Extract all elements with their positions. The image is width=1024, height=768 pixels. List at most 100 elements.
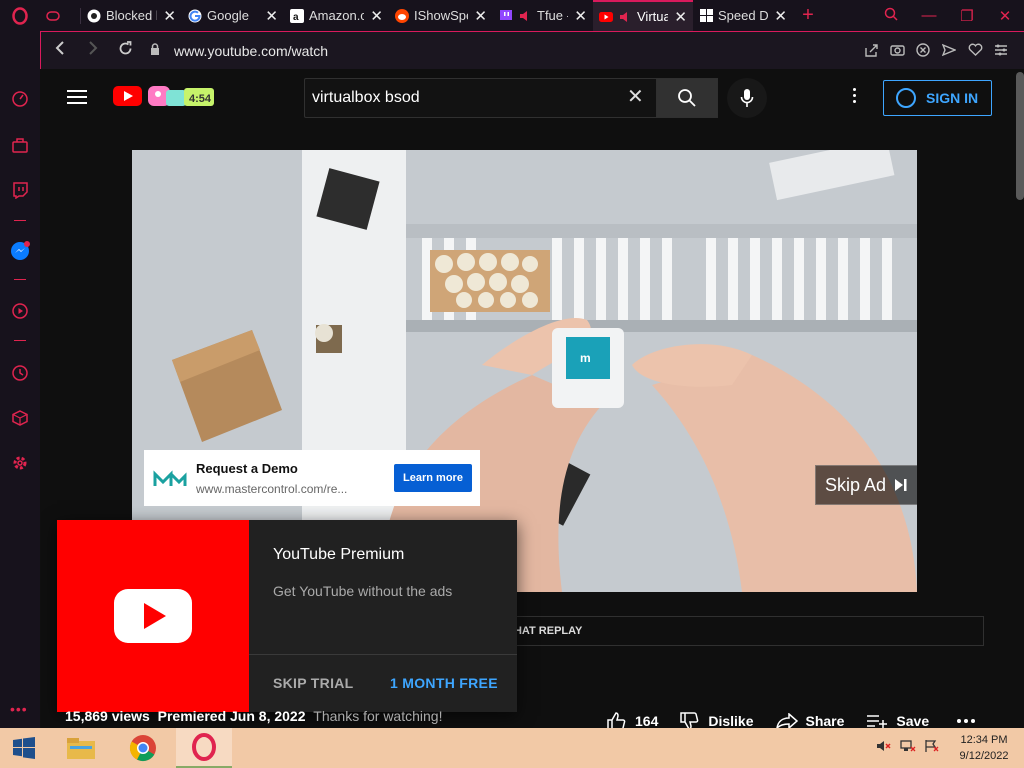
opera-menu-icon[interactable] — [0, 0, 40, 31]
extensions-icon[interactable] — [10, 408, 30, 428]
share-button[interactable]: Share — [775, 713, 844, 728]
youtube-logo[interactable] — [113, 86, 142, 106]
tab-label: Tfue - — [537, 8, 569, 23]
ad-overlay-card[interactable]: Request a Demo www.mastercontrol.com/re.… — [144, 450, 480, 506]
history-icon[interactable] — [10, 363, 30, 383]
skip-ad-button[interactable]: Skip Ad — [815, 465, 917, 505]
search-button[interactable] — [656, 78, 718, 118]
more-actions-icon[interactable] — [957, 719, 983, 723]
tab-speed-dial[interactable]: Speed Di ✕ — [693, 0, 793, 31]
close-icon[interactable]: ✕ — [370, 7, 383, 25]
chrome-icon[interactable] — [122, 728, 164, 768]
tab-strip: Blocked l ✕ Google ✕ a Amazon.c ✕ IShowS… — [0, 0, 1024, 31]
share-icon — [775, 713, 798, 728]
file-explorer-icon[interactable] — [60, 728, 102, 768]
gamepad-icon — [46, 9, 60, 23]
minimize-icon[interactable]: — — [910, 7, 948, 24]
settings-icon[interactable] — [10, 453, 30, 473]
video-meta: 15,869 views Premiered Jun 8, 2022 Thank… — [65, 708, 442, 724]
like-count: 164 — [635, 713, 659, 728]
camera-icon[interactable] — [884, 43, 910, 59]
restore-icon[interactable]: ❐ — [948, 7, 986, 25]
action-center-flag-icon[interactable] — [920, 739, 944, 758]
close-icon[interactable]: ✕ — [774, 7, 787, 25]
workspace-icon[interactable] — [10, 135, 30, 155]
heart-icon[interactable] — [962, 43, 988, 59]
volume-muted-icon[interactable] — [872, 739, 896, 758]
close-icon[interactable]: ✕ — [163, 7, 176, 25]
more-options-icon[interactable] — [851, 88, 857, 106]
doodle-icon[interactable]: 4:54 — [146, 82, 216, 110]
tab-twitch[interactable]: Tfue - ✕ — [493, 0, 593, 31]
speed-dial-icon[interactable] — [10, 89, 30, 109]
sign-in-button[interactable]: SIGN IN — [883, 80, 992, 116]
back-button[interactable] — [43, 41, 76, 60]
save-button[interactable]: Save — [866, 713, 929, 728]
tab-gaming[interactable] — [40, 0, 80, 31]
network-icon[interactable] — [896, 739, 920, 758]
close-icon[interactable]: ✕ — [574, 7, 587, 25]
video-actions: 164 Dislike Share Save — [607, 710, 1005, 728]
sidebar-divider — [14, 340, 26, 341]
sidebar-more-icon[interactable]: ••• — [10, 701, 28, 717]
share-page-icon[interactable] — [858, 43, 884, 60]
search-icon — [678, 89, 696, 107]
grid-icon — [699, 9, 713, 23]
close-icon[interactable]: ✕ — [474, 7, 487, 25]
reddit-icon — [395, 8, 409, 23]
learn-more-button[interactable]: Learn more — [394, 464, 472, 492]
skip-trial-button[interactable]: SKIP TRIAL — [273, 675, 354, 691]
tab-youtube[interactable]: Virtua ✕ — [593, 0, 693, 31]
easy-setup-icon[interactable] — [988, 43, 1014, 59]
thumbs-down-icon — [680, 712, 699, 728]
search-tabs-icon[interactable] — [872, 7, 910, 25]
messenger-icon[interactable] — [10, 241, 30, 261]
twitch-icon[interactable] — [10, 180, 30, 200]
tab-blocked[interactable]: Blocked l ✕ — [81, 0, 182, 31]
clock-date: 9/12/2022 — [959, 750, 1009, 762]
chat-replay-label: CHAT REPLAY — [506, 625, 583, 637]
voice-search-button[interactable] — [727, 78, 767, 118]
new-tab-button[interactable]: + — [793, 4, 823, 27]
youtube-play-icon — [114, 589, 192, 643]
close-icon[interactable]: ✕ — [674, 8, 687, 26]
tab-label: IShowSpe — [414, 8, 469, 23]
reload-button[interactable] — [109, 40, 142, 61]
youtube-page: 4:54 virtualbox bsod ✕ SIGN IN m Request… — [41, 70, 1024, 728]
tab-amazon[interactable]: a Amazon.c ✕ — [284, 0, 389, 31]
lock-icon[interactable] — [150, 42, 160, 59]
like-button[interactable]: 164 — [607, 712, 658, 728]
menu-icon[interactable] — [67, 90, 87, 104]
speaker-icon[interactable] — [518, 9, 532, 23]
url-text: www.youtube.com/watch — [174, 42, 329, 59]
tab-label: Blocked l — [106, 8, 158, 23]
close-window-icon[interactable]: ✕ — [986, 7, 1024, 25]
tab-label: Google — [207, 8, 249, 23]
free-trial-button[interactable]: 1 MONTH FREE — [390, 675, 498, 691]
svg-text:m: m — [580, 351, 591, 365]
windows-start-button[interactable] — [6, 728, 42, 768]
close-icon[interactable]: ✕ — [265, 7, 278, 25]
skip-ad-label: Skip Ad — [825, 474, 887, 495]
ad-url: www.mastercontrol.com/re... — [196, 481, 348, 496]
tab-label: Speed Di — [718, 8, 769, 23]
speaker-icon[interactable] — [618, 10, 632, 24]
opera-sidebar: ••• — [0, 31, 40, 728]
search-input[interactable]: virtualbox bsod — [304, 78, 656, 118]
google-icon — [188, 9, 202, 23]
send-icon[interactable] — [936, 43, 962, 60]
system-tray: 12:34 PM 9/12/2022 — [872, 728, 1024, 768]
clear-search-icon[interactable]: ✕ — [627, 87, 644, 107]
tab-reddit[interactable]: IShowSpe ✕ — [389, 0, 493, 31]
dislike-button[interactable]: Dislike — [680, 712, 754, 728]
save-label: Save — [896, 713, 930, 728]
twitch-icon — [499, 9, 513, 23]
page-scrollbar[interactable] — [1016, 72, 1024, 200]
taskbar-clock[interactable]: 12:34 PM 9/12/2022 — [944, 732, 1024, 764]
tab-google[interactable]: Google ✕ — [182, 0, 284, 31]
player-icon[interactable] — [10, 301, 30, 321]
url-field[interactable]: www.youtube.com/watch — [150, 43, 328, 59]
adblock-icon[interactable] — [910, 42, 936, 60]
forward-button[interactable] — [76, 41, 109, 60]
opera-taskbar-icon[interactable] — [176, 728, 232, 768]
